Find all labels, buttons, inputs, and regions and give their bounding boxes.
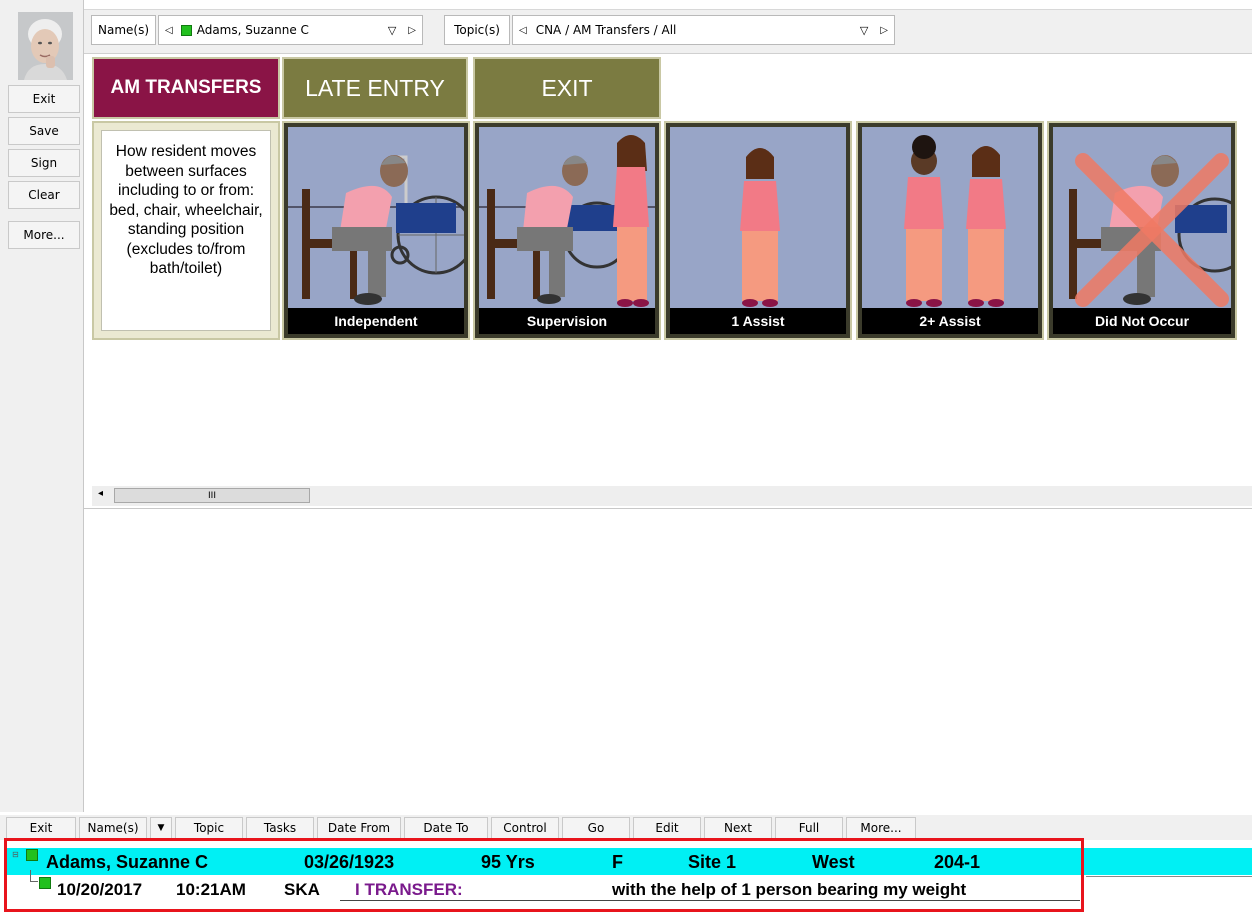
clear-button[interactable]: Clear	[8, 181, 80, 209]
next-name-icon[interactable]: ▷	[408, 25, 416, 36]
sign-button[interactable]: Sign	[8, 149, 80, 177]
title-strip	[84, 0, 1252, 10]
status-icon	[180, 24, 192, 36]
toolbar-go-button[interactable]: Go	[562, 817, 630, 839]
scroll-thumb[interactable]: III	[114, 488, 310, 503]
option-1-assist[interactable]: 1 Assist	[664, 121, 852, 340]
am-transfers-tile[interactable]: AM TRANSFERS	[92, 57, 280, 119]
option-label: Supervision	[479, 308, 655, 334]
option-label: Independent	[288, 308, 464, 334]
option-label: Did Not Occur	[1053, 308, 1231, 334]
toolbar-names-button[interactable]: Name(s)	[79, 817, 147, 839]
toolbar-full-button[interactable]: Full	[775, 817, 843, 839]
option-supervision[interactable]: Supervision	[473, 121, 661, 340]
next-topic-icon[interactable]: ▷	[880, 25, 888, 36]
dropdown-icon[interactable]: ▽	[388, 24, 396, 37]
name-selector[interactable]: ◁ Adams, Suzanne C ▽ ▷	[158, 15, 423, 45]
one-assist-illustration	[670, 127, 846, 310]
independent-illustration	[288, 127, 464, 310]
scroll-left-icon[interactable]: ◂	[98, 488, 103, 499]
prev-topic-icon[interactable]: ◁	[519, 25, 527, 36]
names-dropdown-icon[interactable]: ▼	[150, 817, 172, 839]
topic-selector[interactable]: ◁ CNA / AM Transfers / All ▽ ▷	[512, 15, 895, 45]
question-card: How resident moves between surfaces incl…	[92, 121, 280, 340]
two-assist-illustration	[862, 127, 1038, 310]
option-independent[interactable]: Independent	[282, 121, 470, 340]
toolbar-tasks-button[interactable]: Tasks	[246, 817, 314, 839]
horizontal-scrollbar[interactable]: ◂ III	[92, 486, 1252, 506]
toolbar-topic-button[interactable]: Topic	[175, 817, 243, 839]
row-underline	[1086, 876, 1252, 877]
toolbar-date-to-button[interactable]: Date To	[404, 817, 488, 839]
option-label: 1 Assist	[670, 308, 846, 334]
highlight-box	[4, 838, 1084, 912]
save-button[interactable]: Save	[8, 117, 80, 145]
dropdown-icon[interactable]: ▽	[860, 24, 868, 37]
did-not-occur-illustration	[1053, 127, 1231, 310]
names-button[interactable]: Name(s)	[91, 15, 156, 45]
question-text: How resident moves between surfaces incl…	[101, 130, 271, 331]
resident-photo	[18, 12, 73, 80]
topics-button[interactable]: Topic(s)	[444, 15, 510, 45]
toolbar-control-button[interactable]: Control	[491, 817, 559, 839]
more-button[interactable]: More...	[8, 221, 80, 249]
option-label: 2+ Assist	[862, 308, 1038, 334]
supervision-illustration	[479, 127, 655, 310]
toolbar-next-button[interactable]: Next	[704, 817, 772, 839]
late-entry-tile[interactable]: LATE ENTRY	[282, 57, 468, 119]
prev-name-icon[interactable]: ◁	[165, 25, 173, 36]
toolbar-exit-button[interactable]: Exit	[6, 817, 76, 839]
exit-tile[interactable]: EXIT	[473, 57, 661, 119]
exit-button[interactable]: Exit	[8, 85, 80, 113]
toolbar-edit-button[interactable]: Edit	[633, 817, 701, 839]
option-did-not-occur[interactable]: Did Not Occur	[1047, 121, 1237, 340]
pane-divider	[84, 508, 1252, 509]
toolbar-more-button[interactable]: More...	[846, 817, 916, 839]
toolbar-date-from-button[interactable]: Date From	[317, 817, 401, 839]
option-2plus-assist[interactable]: 2+ Assist	[856, 121, 1044, 340]
